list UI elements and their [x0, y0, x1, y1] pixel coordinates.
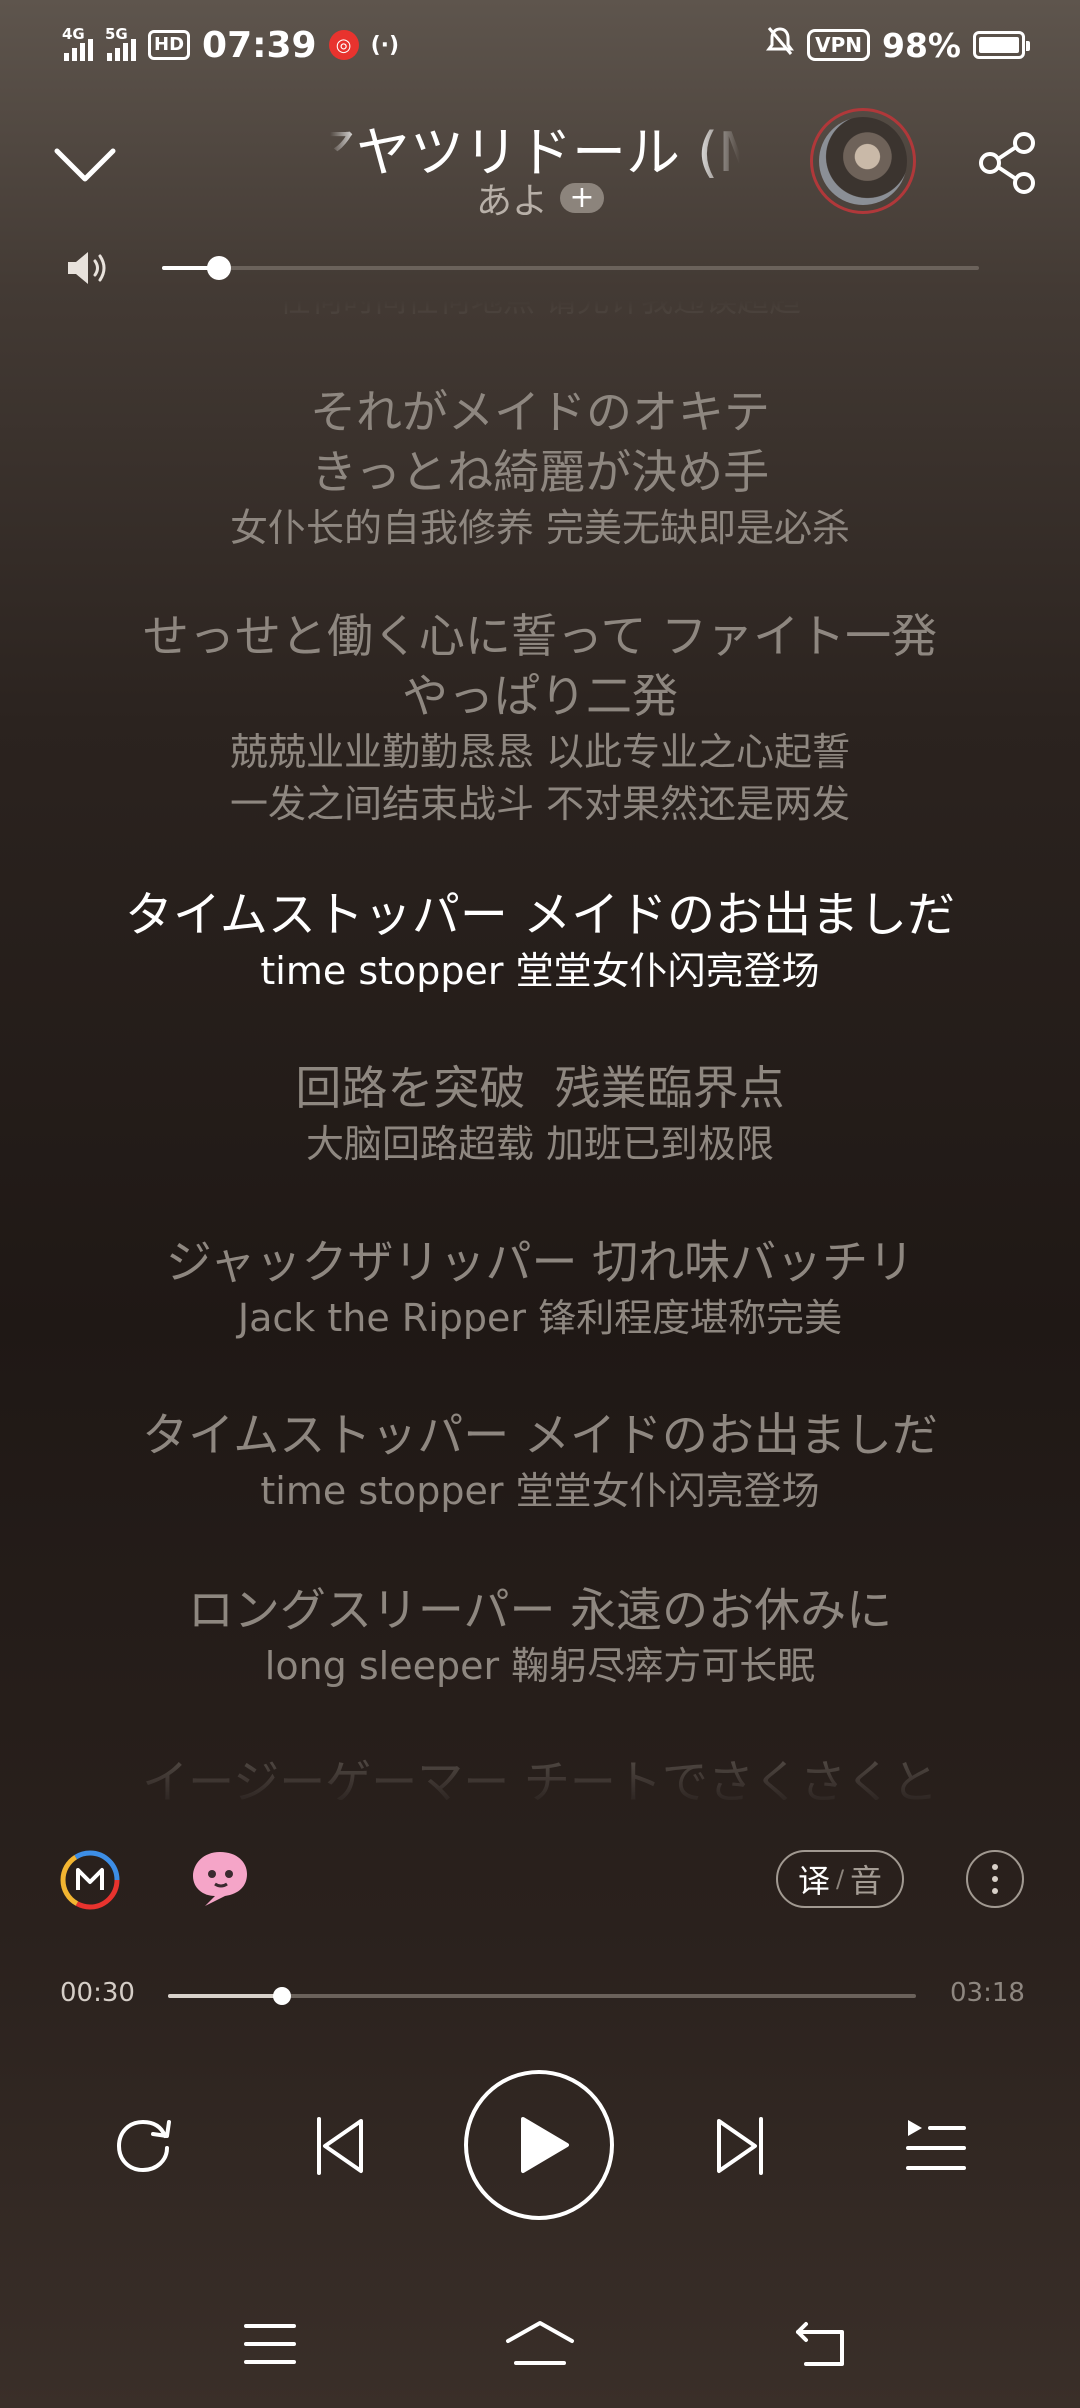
- lyric-translation: 女仆长的自我修养 完美无缺即是必杀: [229, 506, 851, 550]
- lyric-translation: Jack the Ripper 锋利程度堪称完美: [237, 1296, 843, 1340]
- more-dot-icon: [992, 1864, 998, 1870]
- lyric-original: ロングスリーパー 永遠のお休みに: [187, 1583, 893, 1637]
- hd-voice-icon: HD: [148, 30, 191, 60]
- system-navigation-bar: [0, 2310, 1080, 2380]
- artist-name[interactable]: あよ: [476, 172, 548, 224]
- battery-icon: [973, 31, 1030, 59]
- battery-percent: 98%: [882, 25, 961, 65]
- translate-label: 译: [797, 1862, 830, 1900]
- status-left: 4G 5G HD 07:39 ◎ (·): [62, 25, 399, 66]
- vpn-icon: VPN: [807, 29, 870, 61]
- status-right: VPN 98%: [765, 25, 1030, 65]
- play-button[interactable]: [464, 2070, 614, 2220]
- lyric-line-current[interactable]: タイムストッパー メイドのお出ましだ time stopper 堂堂女仆闪亮登场: [0, 885, 1080, 997]
- 4g-signal-icon: 4G: [62, 25, 93, 61]
- lyric-translation: 兢兢业业勤勤恳恳 以此专业之心起誓: [229, 730, 851, 774]
- playlist-queue-button[interactable]: [896, 2110, 976, 2182]
- lyric-line[interactable]: 回路を突破 残業臨界点 大脑回路超载 加班已到极限: [0, 1058, 1080, 1170]
- artist-avatar[interactable]: [810, 108, 916, 214]
- repeat-icon: [116, 2119, 171, 2173]
- volume-thumb[interactable]: [207, 256, 232, 280]
- lyric-line[interactable]: タイムストッパー メイドのお出ましだ time stopper 堂堂女仆闪亮登场: [0, 1405, 1080, 1517]
- back-icon: [796, 2322, 844, 2366]
- playback-progress: 00:30 03:18: [0, 1972, 1080, 2022]
- lyric-line[interactable]: 任何时间任何地点 请允许我违误超趋: [0, 300, 1080, 330]
- phonetic-label: 音: [850, 1862, 883, 1900]
- repeat-button[interactable]: [100, 2110, 190, 2182]
- lyric-line[interactable]: イージーゲーマー チートでさくさくと: [0, 1752, 1080, 1800]
- lyric-original-cont: やっぱり二発: [402, 669, 678, 723]
- hotspot-icon: (·): [370, 32, 400, 58]
- toggle-separator: /: [835, 1865, 845, 1893]
- volume-icon[interactable]: [64, 248, 110, 288]
- status-bar: 4G 5G HD 07:39 ◎ (·) VPN 98%: [0, 0, 1080, 90]
- skip-next-icon: [717, 2117, 763, 2175]
- share-icon: [979, 132, 1035, 194]
- lyric-original: 回路を突破 残業臨界点: [295, 1061, 785, 1115]
- pink-mascot-icon[interactable]: [185, 1844, 255, 1910]
- progress-thumb[interactable]: [272, 1987, 291, 2005]
- total-time: 03:18: [950, 1978, 1025, 2008]
- lyric-translation: time stopper 堂堂女仆闪亮登场: [260, 1469, 820, 1513]
- lyric-original: タイムストッパー メイドのお出ましだ: [124, 887, 956, 943]
- avatar-image: [819, 117, 907, 205]
- more-dot-icon: [992, 1876, 998, 1882]
- play-icon: [521, 2117, 569, 2173]
- follow-artist-button[interactable]: +: [560, 183, 604, 213]
- next-track-button[interactable]: [700, 2108, 780, 2184]
- lyric-original-cont: きっとね綺麗が決め手: [310, 445, 770, 499]
- back-button[interactable]: [790, 2314, 850, 2374]
- more-dot-icon: [992, 1888, 998, 1894]
- lyric-translation: time stopper 堂堂女仆闪亮登场: [260, 949, 820, 993]
- progress-slider[interactable]: [168, 1987, 916, 2005]
- playback-controls: [0, 2070, 1080, 2220]
- mute-bell-icon: [765, 25, 795, 65]
- lyric-original: それがメイドのオキテ: [310, 385, 770, 439]
- lyrics-panel[interactable]: 任何时间任何地点 请允许我违误超趋 それがメイドのオキテ きっとね綺麗が決め手 …: [0, 300, 1080, 1800]
- 5g-signal-icon: 5G: [105, 25, 136, 61]
- lyric-translation: 大脑回路超载 加班已到极限: [305, 1122, 775, 1166]
- home-button[interactable]: [500, 2314, 580, 2374]
- previous-track-button[interactable]: [300, 2108, 380, 2184]
- player-header: アヤツリドール (M あよ +: [0, 100, 1080, 230]
- tool-row: 译 / 音: [0, 1840, 1080, 1920]
- menu-icon: [244, 2324, 296, 2364]
- lyric-translation-cont: 一发之间结束战斗 不对果然还是两发: [229, 782, 851, 826]
- network-label-5g: 5G: [105, 25, 128, 43]
- netease-music-notification-icon: ◎: [328, 30, 359, 60]
- lyric-line[interactable]: ジャックザリッパー 切れ味バッチリ Jack the Ripper 锋利程度堪称…: [0, 1232, 1080, 1344]
- clock: 07:39: [202, 24, 317, 66]
- lyric-original: タイムストッパー メイドのお出ましだ: [142, 1408, 938, 1462]
- skip-previous-icon: [317, 2117, 363, 2175]
- music-mode-icon[interactable]: [58, 1848, 122, 1912]
- lyric-original: 任何时间任何地点 请允许我违误超趋: [278, 300, 802, 319]
- home-icon: [506, 2321, 574, 2365]
- progress-fill: [168, 1994, 282, 1998]
- network-label-4g: 4G: [62, 25, 85, 43]
- artist-row: あよ +: [0, 172, 1080, 224]
- lyric-line[interactable]: ロングスリーパー 永遠のお休みに long sleeper 鞠躬尽瘁方可长眠: [0, 1580, 1080, 1692]
- lyric-line[interactable]: それがメイドのオキテ きっとね綺麗が決め手 女仆长的自我修养 完美无缺即是必杀: [0, 382, 1080, 554]
- lyric-translation: long sleeper 鞠躬尽瘁方可长眠: [264, 1644, 816, 1688]
- lyric-original: イージーゲーマー チートでさくさくと: [142, 1755, 938, 1800]
- lyric-original: せっせと働く心に誓って ファイト一発: [142, 609, 938, 663]
- volume-row: [0, 240, 1080, 296]
- playlist-icon: [906, 2120, 966, 2170]
- volume-slider[interactable]: [162, 256, 979, 280]
- share-button[interactable]: [970, 125, 1046, 201]
- translation-toggle[interactable]: 译 / 音: [776, 1850, 904, 1908]
- lyric-original: ジャックザリッパー 切れ味バッチリ: [165, 1235, 915, 1289]
- lyric-line[interactable]: せっせと働く心に誓って ファイト一発 やっぱり二発 兢兢业业勤勤恳恳 以此专业之…: [0, 606, 1080, 830]
- current-time: 00:30: [60, 1978, 135, 2008]
- recent-apps-button[interactable]: [240, 2314, 300, 2374]
- more-options-button[interactable]: [966, 1850, 1024, 1908]
